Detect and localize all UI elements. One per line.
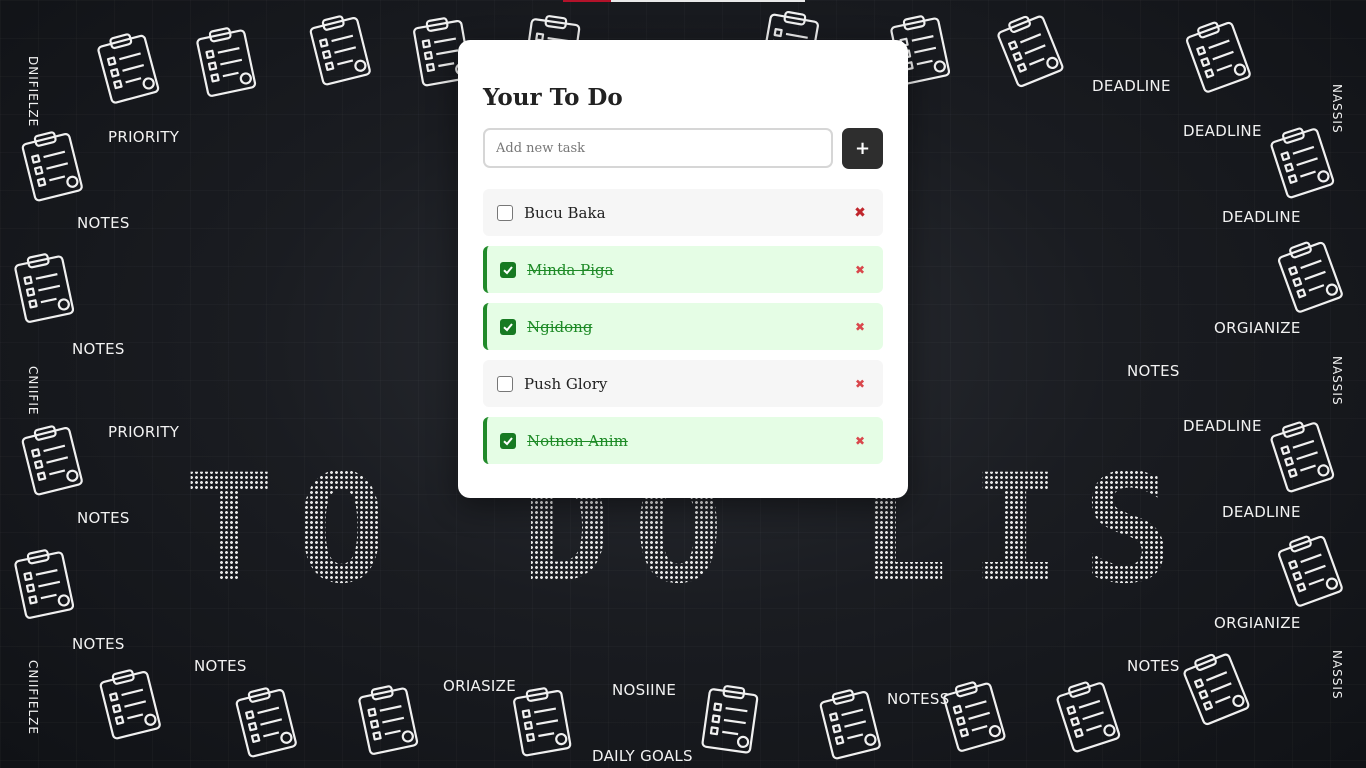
plus-icon: + — [854, 138, 871, 159]
task-item: Ngidong ✖ — [483, 303, 883, 350]
bg-word: PRIORITY — [108, 128, 180, 146]
bg-word: ORGIANIZE — [1214, 614, 1301, 632]
bg-word: DEADLINE — [1092, 77, 1171, 95]
clipboard-icon — [695, 680, 766, 760]
bg-word: NOSIINE — [612, 681, 677, 699]
checkmark-icon — [503, 265, 513, 274]
task-checkbox[interactable] — [500, 318, 516, 335]
close-icon[interactable]: ✖ — [850, 260, 870, 280]
task-label: Ngidong — [527, 317, 593, 336]
task-list: Bucu Baka ✖ Minda Piga ✖ Ngidong ✖ Push … — [483, 189, 883, 474]
task-label: Notnon Anim — [527, 431, 628, 450]
bg-word: NOTES — [77, 214, 130, 232]
new-task-field[interactable] — [483, 128, 833, 168]
bg-word: NOTES — [194, 657, 247, 675]
new-task-input[interactable] — [485, 130, 831, 166]
bg-side-word: NASSIS — [1330, 356, 1344, 406]
bg-word: DEADLINE — [1222, 208, 1301, 226]
bg-side-word: DNIFIELZE — [26, 56, 40, 128]
checkmark-icon — [503, 436, 513, 445]
task-label: Minda Piga — [527, 260, 614, 279]
task-item: Notnon Anim ✖ — [483, 417, 883, 464]
bg-word: PRIORITY — [108, 423, 180, 441]
bg-side-word: NASSIS — [1330, 84, 1344, 134]
bg-word: DEADLINE — [1183, 417, 1262, 435]
checkmark-icon — [503, 322, 513, 331]
task-checkbox[interactable] — [500, 261, 516, 278]
bg-word: NOTES — [72, 340, 125, 358]
task-label: Bucu Baka — [524, 203, 606, 222]
bg-word: NOTES — [1127, 657, 1180, 675]
bg-side-word: CNIIFIELZE — [26, 660, 40, 735]
close-icon[interactable]: ✖ — [850, 374, 870, 394]
bg-word: ORIASIZE — [443, 677, 517, 695]
bg-word: NOTES — [1127, 362, 1180, 380]
bg-side-word: NASSIS — [1330, 650, 1344, 700]
close-icon[interactable]: ✖ — [850, 203, 870, 223]
task-item: Push Glory ✖ — [483, 360, 883, 407]
task-label: Push Glory — [524, 374, 608, 393]
task-checkbox[interactable] — [500, 432, 516, 449]
task-checkbox[interactable] — [497, 204, 513, 221]
close-icon[interactable]: ✖ — [850, 317, 870, 337]
bg-word: ORGIANIZE — [1214, 319, 1301, 337]
page-title: Your To Do — [483, 84, 623, 111]
bg-word: NOTES — [72, 635, 125, 653]
add-task-button[interactable]: + — [842, 128, 883, 169]
bg-word: NOTES — [77, 509, 130, 527]
task-checkbox[interactable] — [497, 375, 513, 392]
bg-word: DEADLINE — [1222, 503, 1301, 521]
bg-word: DAILY GOALS — [592, 747, 693, 765]
bg-side-word: CNIIFIE — [26, 366, 40, 416]
close-icon[interactable]: ✖ — [850, 431, 870, 451]
top-progress-strip — [563, 0, 805, 2]
clipboard-icon — [506, 681, 580, 763]
bg-word: DEADLINE — [1183, 122, 1262, 140]
task-item: Bucu Baka ✖ — [483, 189, 883, 236]
task-item: Minda Piga ✖ — [483, 246, 883, 293]
todo-card: Your To Do + Bucu Baka ✖ Minda Piga ✖ Ng… — [458, 40, 908, 498]
